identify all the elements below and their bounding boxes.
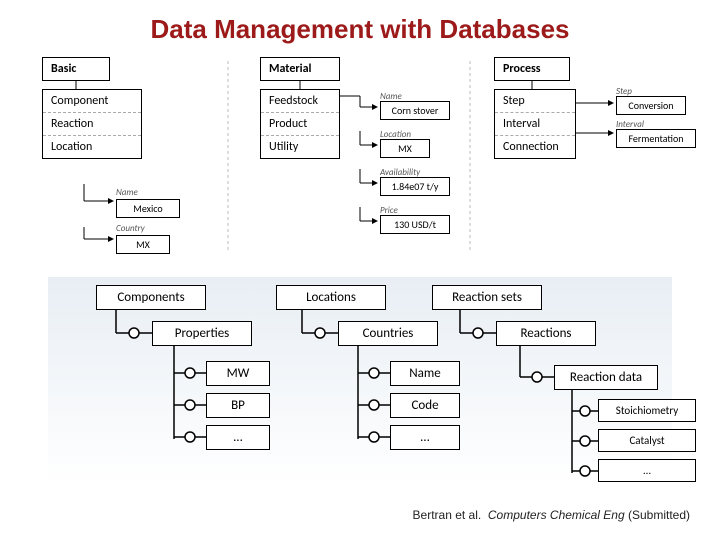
- basic-header: Basic: [42, 57, 110, 81]
- h2-properties: Properties: [152, 321, 252, 346]
- hierarchy-diagram: Components Locations Reaction sets Prope…: [0, 277, 720, 487]
- material-item-utility: Utility: [261, 136, 339, 158]
- slide-title: Data Management with Databases: [0, 0, 720, 51]
- material-stack: Feedstock Product Utility: [260, 89, 340, 159]
- h2-countries: Countries: [338, 321, 438, 346]
- basic-code-value: MX: [116, 235, 170, 254]
- citation-authors: Bertran et al.: [413, 508, 482, 522]
- h3b-code: Code: [390, 393, 460, 418]
- basic-name-label: Name: [116, 187, 138, 198]
- process-step-value: Conversion: [616, 96, 686, 115]
- h1-locations: Locations: [276, 285, 386, 310]
- h3a-more: …: [206, 425, 270, 450]
- top-connectors: [0, 51, 720, 271]
- h3b-more: …: [390, 425, 460, 450]
- material-loc-value: MX: [380, 139, 430, 158]
- material-item-product: Product: [261, 113, 339, 136]
- process-item-connection: Connection: [495, 136, 575, 158]
- material-name-value: Corn stover: [380, 101, 450, 120]
- basic-item-reaction: Reaction: [43, 113, 141, 136]
- top-diagram: Basic Component Reaction Location Name M…: [0, 51, 720, 261]
- process-interval-value: Fermentation: [616, 129, 696, 148]
- basic-item-component: Component: [43, 90, 141, 113]
- basic-item-location: Location: [43, 136, 141, 158]
- citation-journal: Computers Chemical Eng: [488, 508, 625, 522]
- h2-reactions: Reactions: [496, 321, 596, 346]
- citation: Bertran et al. Computers Chemical Eng (S…: [413, 508, 690, 522]
- basic-stack: Component Reaction Location: [42, 89, 142, 159]
- process-item-interval: Interval: [495, 113, 575, 136]
- material-header: Material: [260, 57, 340, 81]
- h3b-name: Name: [390, 361, 460, 386]
- material-item-feedstock: Feedstock: [261, 90, 339, 113]
- h3c-more: …: [598, 459, 696, 482]
- h3c-catalyst: Catalyst: [598, 429, 696, 452]
- process-stack: Step Interval Connection: [494, 89, 576, 159]
- material-avail-value: 1.84e07 t/y: [380, 177, 450, 196]
- h3a-mw: MW: [206, 361, 270, 386]
- citation-status: (Submitted): [628, 508, 690, 522]
- material-price-value: 130 USD/t: [380, 215, 450, 234]
- h3c-reactiondata: Reaction data: [554, 365, 658, 390]
- h3c-stoich: Stoichiometry: [598, 399, 696, 422]
- h1-reactionsets: Reaction sets: [432, 285, 542, 310]
- process-item-step: Step: [495, 90, 575, 113]
- h1-components: Components: [96, 285, 206, 310]
- basic-name-value: Mexico: [116, 199, 180, 218]
- process-header: Process: [494, 57, 570, 81]
- h3a-bp: BP: [206, 393, 270, 418]
